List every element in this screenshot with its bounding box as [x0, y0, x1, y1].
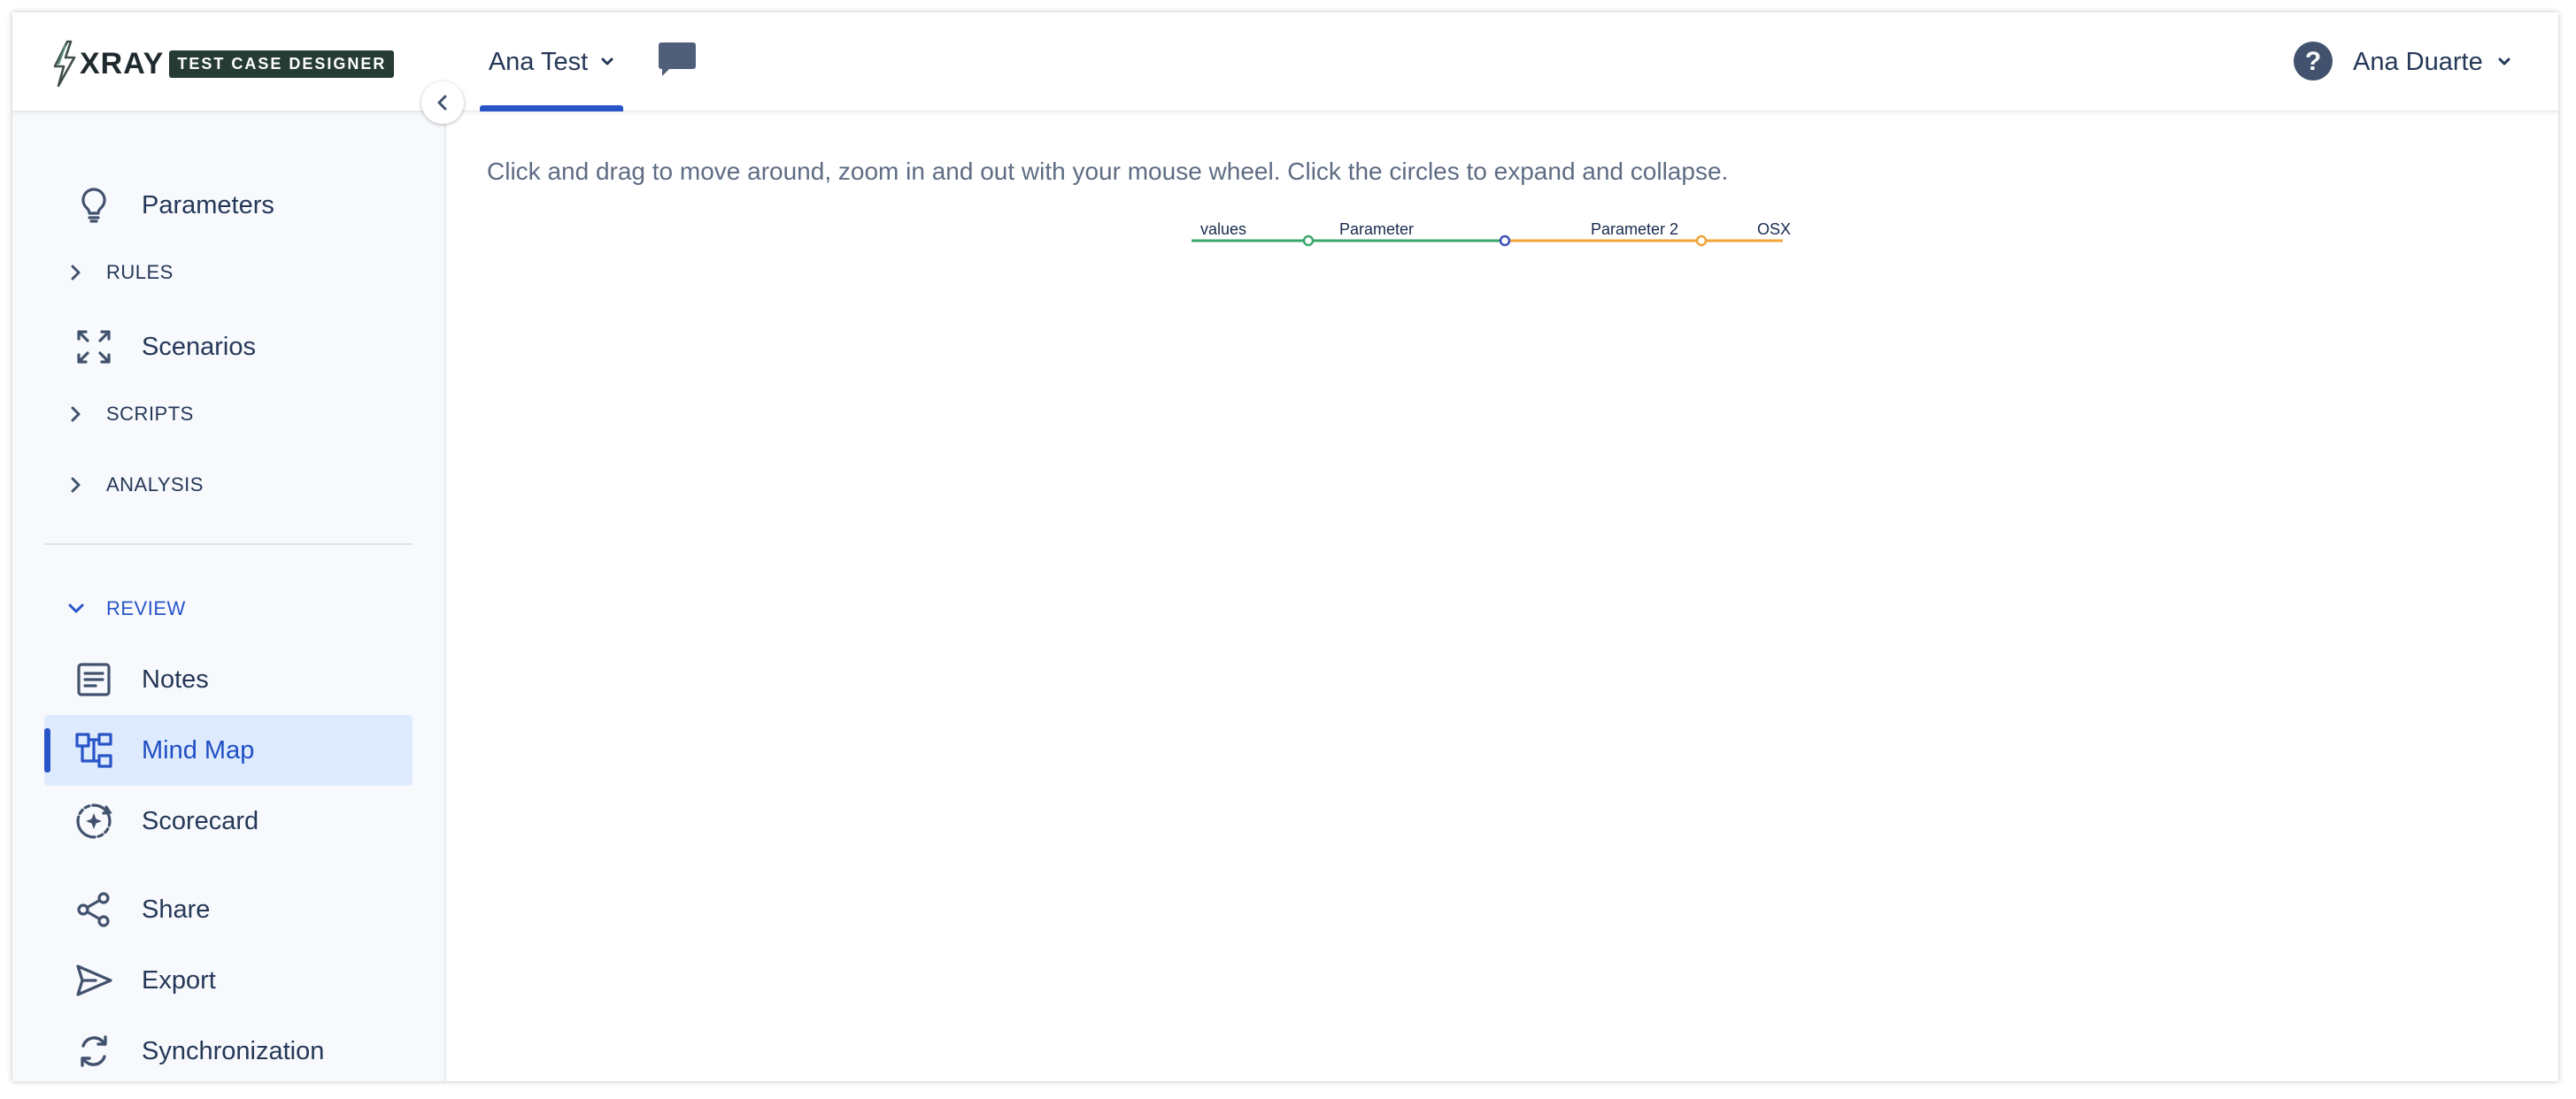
sidebar-section-scripts[interactable]: SCRIPTS	[44, 388, 413, 441]
svg-text:?: ?	[2305, 47, 2321, 76]
sidebar-divider	[44, 543, 413, 545]
xray-logo[interactable]: XRAY TEST CASE DESIGNER	[51, 39, 395, 88]
chevron-down-icon	[601, 58, 613, 65]
sidebar-item-label: Notes	[142, 665, 209, 694]
sync-icon	[81, 1035, 107, 1067]
collapse-sidebar-button[interactable]	[421, 81, 464, 124]
mind-map-node-circle[interactable]	[1499, 234, 1511, 247]
sidebar: Parameters RULES Scenarios SCRIPTS ANALY…	[12, 111, 446, 1081]
sidebar-item-label: Export	[142, 965, 216, 995]
sidebar-item-label: Scenarios	[142, 332, 256, 361]
sidebar-item-mind-map[interactable]: Mind Map	[44, 715, 413, 786]
chevron-left-icon	[437, 95, 447, 111]
sidebar-item-share[interactable]: Share	[44, 874, 413, 945]
sidebar-item-parameters[interactable]: Parameters	[44, 170, 413, 241]
mind-map-node-label: values	[1200, 220, 1246, 238]
project-selector[interactable]: Ana Test	[480, 12, 623, 111]
xray-bolt-icon	[53, 40, 76, 88]
sidebar-section-rules[interactable]: RULES	[44, 246, 413, 299]
share-icon	[77, 892, 110, 927]
section-label: REVIEW	[106, 597, 186, 619]
sidebar-item-label: Scorecard	[142, 806, 259, 835]
expand-arrows-icon	[77, 330, 111, 364]
app-window: XRAY TEST CASE DESIGNER Ana Test ? Ana D…	[12, 12, 2558, 1081]
mind-map-icon	[75, 733, 112, 768]
mind-map-node-label: OSX	[1757, 220, 1791, 238]
mind-map-node-label: Parameter 2	[1591, 220, 1678, 238]
sidebar-item-scorecard[interactable]: Scorecard	[44, 786, 413, 857]
sidebar-item-notes[interactable]: Notes	[44, 644, 413, 715]
sidebar-section-review[interactable]: REVIEW	[44, 582, 413, 635]
scorecard-icon	[76, 803, 112, 839]
sidebar-item-label: Share	[142, 895, 211, 924]
logo-wordmark: XRAY	[80, 46, 165, 81]
help-circle-icon[interactable]: ?	[2293, 41, 2333, 81]
mind-map-node-circle[interactable]	[1302, 234, 1315, 247]
user-menu[interactable]: Ana Duarte	[2353, 12, 2511, 111]
sidebar-item-export[interactable]: Export	[44, 945, 413, 1016]
mind-map-canvas[interactable]: values Parameter Parameter 2 OSX	[448, 111, 2558, 1081]
chat-bubble-icon[interactable]	[657, 39, 698, 80]
section-label: RULES	[106, 261, 174, 283]
section-label: ANALYSIS	[106, 473, 204, 496]
active-tab-indicator	[480, 105, 623, 111]
send-icon	[76, 965, 112, 996]
active-item-indicator	[44, 728, 50, 772]
chevron-right-icon	[71, 477, 81, 493]
main-content: Click and drag to move around, zoom in a…	[448, 111, 2558, 1081]
chevron-right-icon	[71, 406, 81, 422]
lightbulb-icon	[81, 188, 106, 223]
sidebar-section-analysis[interactable]: ANALYSIS	[44, 458, 413, 511]
mind-map-node-label: Parameter	[1339, 220, 1414, 238]
notes-icon	[77, 663, 111, 696]
sidebar-item-scenarios[interactable]: Scenarios	[44, 311, 413, 382]
chevron-down-icon	[68, 603, 84, 613]
chevron-down-icon	[2498, 58, 2510, 65]
section-label: SCRIPTS	[106, 403, 194, 425]
user-name: Ana Duarte	[2353, 47, 2483, 76]
sidebar-item-label: Synchronization	[142, 1036, 325, 1065]
top-header: XRAY TEST CASE DESIGNER Ana Test ? Ana D…	[12, 12, 2558, 111]
chevron-right-icon	[71, 265, 81, 281]
logo-badge: TEST CASE DESIGNER	[169, 50, 395, 78]
sidebar-item-synchronization[interactable]: Synchronization	[44, 1016, 413, 1081]
sidebar-item-label: Mind Map	[142, 735, 255, 765]
project-name: Ana Test	[488, 47, 589, 76]
mind-map-node-circle[interactable]	[1695, 234, 1708, 247]
sidebar-item-label: Parameters	[142, 190, 274, 219]
